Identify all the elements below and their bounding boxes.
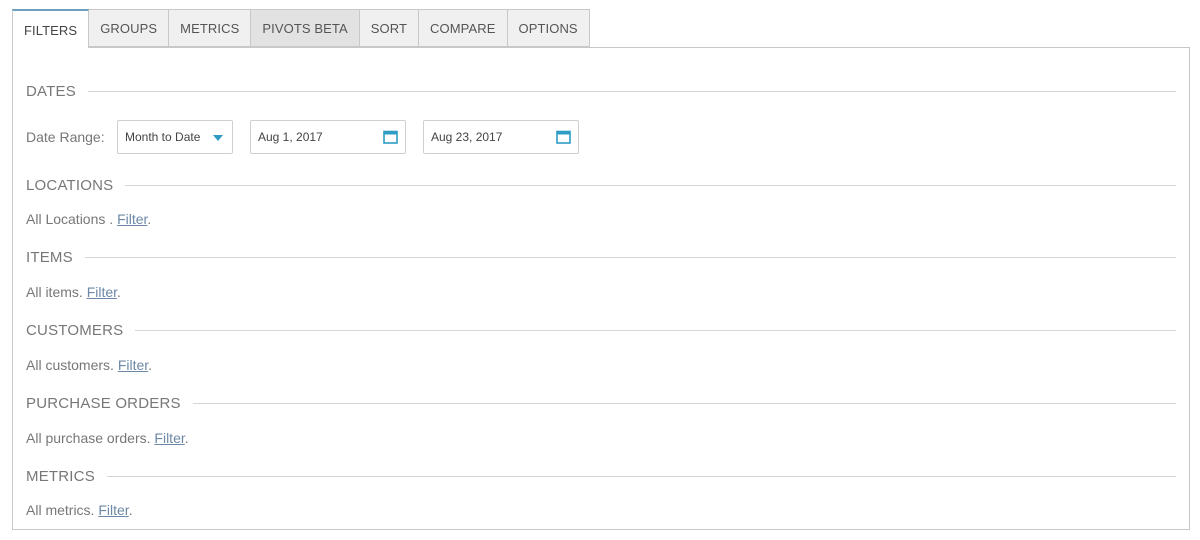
section-divider <box>84 256 1176 258</box>
customers-summary-end: . <box>148 357 153 373</box>
customers-section-header: CUSTOMERS <box>26 320 1176 340</box>
customers-summary: All customers. Filter. <box>26 357 152 373</box>
tab-sort[interactable]: SORT <box>359 9 420 47</box>
customers-summary-text: All customers. <box>26 357 114 373</box>
metrics-summary: All metrics. Filter. <box>26 502 133 518</box>
metrics-filter-link[interactable]: Filter <box>98 502 128 518</box>
locations-section-title: LOCATIONS <box>26 176 114 194</box>
tab-filters[interactable]: FILTERS <box>12 9 90 48</box>
date-range-select[interactable]: Month to Date <box>117 120 233 154</box>
section-divider <box>87 90 1176 92</box>
end-date-input[interactable]: Aug 23, 2017 <box>423 120 579 154</box>
section-divider <box>135 329 1176 331</box>
dates-section-header: DATES <box>26 81 1176 101</box>
calendar-icon[interactable] <box>383 130 398 144</box>
tab-pivots-beta[interactable]: PIVOTS BETA <box>251 9 360 47</box>
section-divider <box>125 184 1176 186</box>
items-section-header: ITEMS <box>26 247 1176 267</box>
section-divider <box>192 402 1176 404</box>
date-range-select-value: Month to Date <box>125 130 201 144</box>
filters-panel: DATES Date Range: Month to Date Aug 1, 2… <box>12 47 1190 530</box>
date-range-row: Date Range: Month to Date Aug 1, 2017 Au… <box>26 120 579 154</box>
locations-summary: All Locations . Filter. <box>26 211 151 227</box>
end-date-value: Aug 23, 2017 <box>431 130 503 144</box>
section-divider <box>106 475 1176 477</box>
metrics-summary-text: All metrics. <box>26 502 95 518</box>
tab-bar: FILTERS GROUPS METRICS PIVOTS BETA SORT … <box>12 9 590 48</box>
items-summary-text: All items. <box>26 284 83 300</box>
chevron-down-icon <box>213 135 223 141</box>
purchase-orders-summary: All purchase orders. Filter. <box>26 430 189 446</box>
locations-filter-link[interactable]: Filter <box>117 211 147 227</box>
locations-summary-text: All Locations . <box>26 211 114 227</box>
dates-section-title: DATES <box>26 82 76 100</box>
customers-section-title: CUSTOMERS <box>26 321 124 339</box>
tab-options[interactable]: OPTIONS <box>507 9 590 47</box>
tab-compare[interactable]: COMPARE <box>419 9 508 47</box>
purchase-orders-summary-end: . <box>184 430 189 446</box>
tab-groups[interactable]: GROUPS <box>89 9 170 47</box>
purchase-orders-summary-text: All purchase orders. <box>26 430 151 446</box>
items-summary-end: . <box>117 284 121 300</box>
items-filter-link[interactable]: Filter <box>87 284 117 300</box>
calendar-icon[interactable] <box>556 130 571 144</box>
customers-filter-link[interactable]: Filter <box>118 357 148 373</box>
items-summary: All items. Filter. <box>26 284 121 300</box>
metrics-summary-end: . <box>128 502 133 518</box>
date-range-label: Date Range: <box>26 129 105 145</box>
locations-section-header: LOCATIONS <box>26 175 1176 195</box>
metrics-section-header: METRICS <box>26 466 1176 486</box>
locations-summary-end: . <box>147 211 152 227</box>
items-section-title: ITEMS <box>26 248 73 266</box>
start-date-input[interactable]: Aug 1, 2017 <box>250 120 406 154</box>
metrics-section-title: METRICS <box>26 467 95 485</box>
tab-metrics[interactable]: METRICS <box>169 9 252 47</box>
start-date-value: Aug 1, 2017 <box>258 130 323 144</box>
purchase-orders-section-title: PURCHASE ORDERS <box>26 394 181 412</box>
purchase-orders-section-header: PURCHASE ORDERS <box>26 393 1176 413</box>
purchase-orders-filter-link[interactable]: Filter <box>154 430 184 446</box>
